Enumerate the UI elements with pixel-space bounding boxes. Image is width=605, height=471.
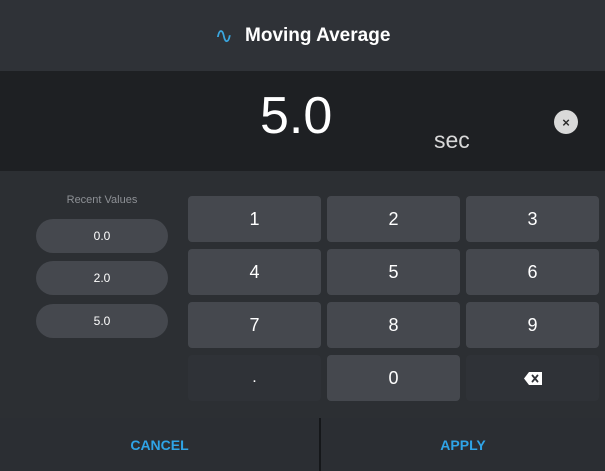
dialog-footer: CANCEL APPLY <box>0 418 605 471</box>
key-5[interactable]: 5 <box>327 249 460 295</box>
key-8[interactable]: 8 <box>327 302 460 348</box>
value-display: 5.0 sec × <box>0 71 605 171</box>
dialog-title: Moving Average <box>245 24 391 46</box>
key-4[interactable]: 4 <box>188 249 321 295</box>
key-decimal[interactable]: . <box>188 355 321 401</box>
cancel-button[interactable]: CANCEL <box>0 418 319 471</box>
key-1[interactable]: 1 <box>188 196 321 242</box>
key-9[interactable]: 9 <box>466 302 599 348</box>
backspace-button[interactable] <box>466 355 599 401</box>
recent-value-button[interactable]: 5.0 <box>36 304 168 338</box>
recent-values-title: Recent Values <box>66 194 138 206</box>
current-value: 5.0 <box>260 87 333 145</box>
dialog-header: ∿ Moving Average <box>0 0 605 71</box>
value-unit: sec <box>434 127 470 153</box>
recent-value-button[interactable]: 0.0 <box>36 219 168 253</box>
backspace-icon <box>523 371 542 385</box>
key-3[interactable]: 3 <box>466 196 599 242</box>
recent-value-button[interactable]: 2.0 <box>36 261 168 295</box>
sine-wave-icon: ∿ <box>214 22 234 48</box>
apply-button[interactable]: APPLY <box>321 418 605 471</box>
key-0[interactable]: 0 <box>327 355 460 401</box>
key-2[interactable]: 2 <box>327 196 460 242</box>
clear-icon: × <box>562 114 570 130</box>
clear-button[interactable]: × <box>554 110 578 134</box>
key-6[interactable]: 6 <box>466 249 599 295</box>
key-7[interactable]: 7 <box>188 302 321 348</box>
